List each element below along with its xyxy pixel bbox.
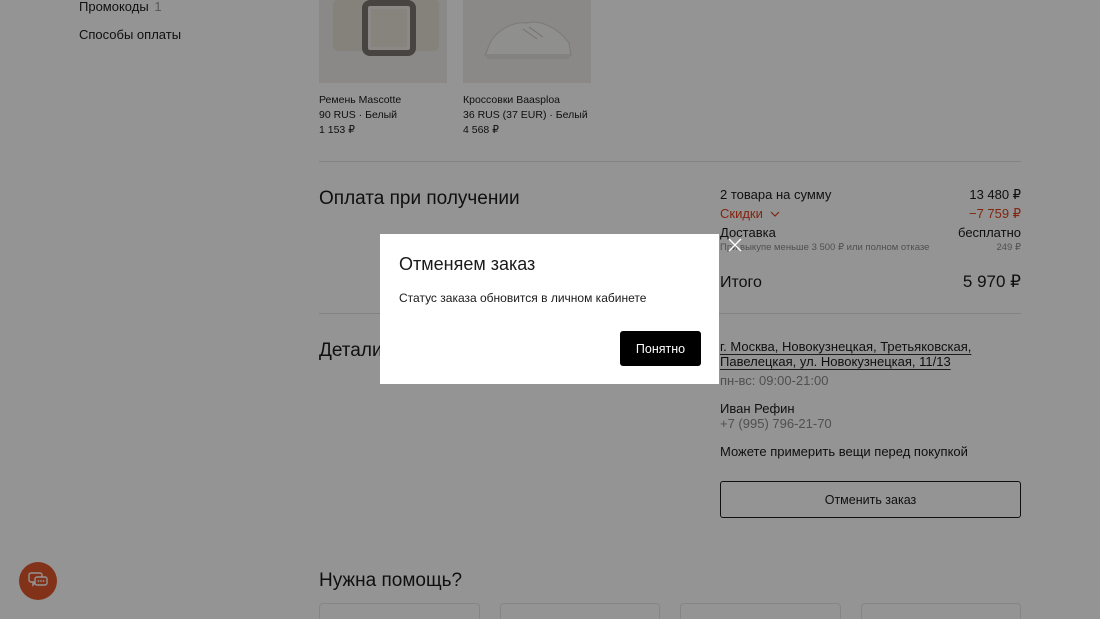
dialog-title: Отменяем заказ xyxy=(399,254,536,274)
dialog-ok-button[interactable]: Понятно xyxy=(620,331,701,366)
close-icon[interactable] xyxy=(726,236,744,254)
cancel-order-dialog: Отменяем заказ Статус заказа обновится в… xyxy=(380,234,719,384)
dialog-message: Статус заказа обновится в личном кабинет… xyxy=(399,291,647,305)
